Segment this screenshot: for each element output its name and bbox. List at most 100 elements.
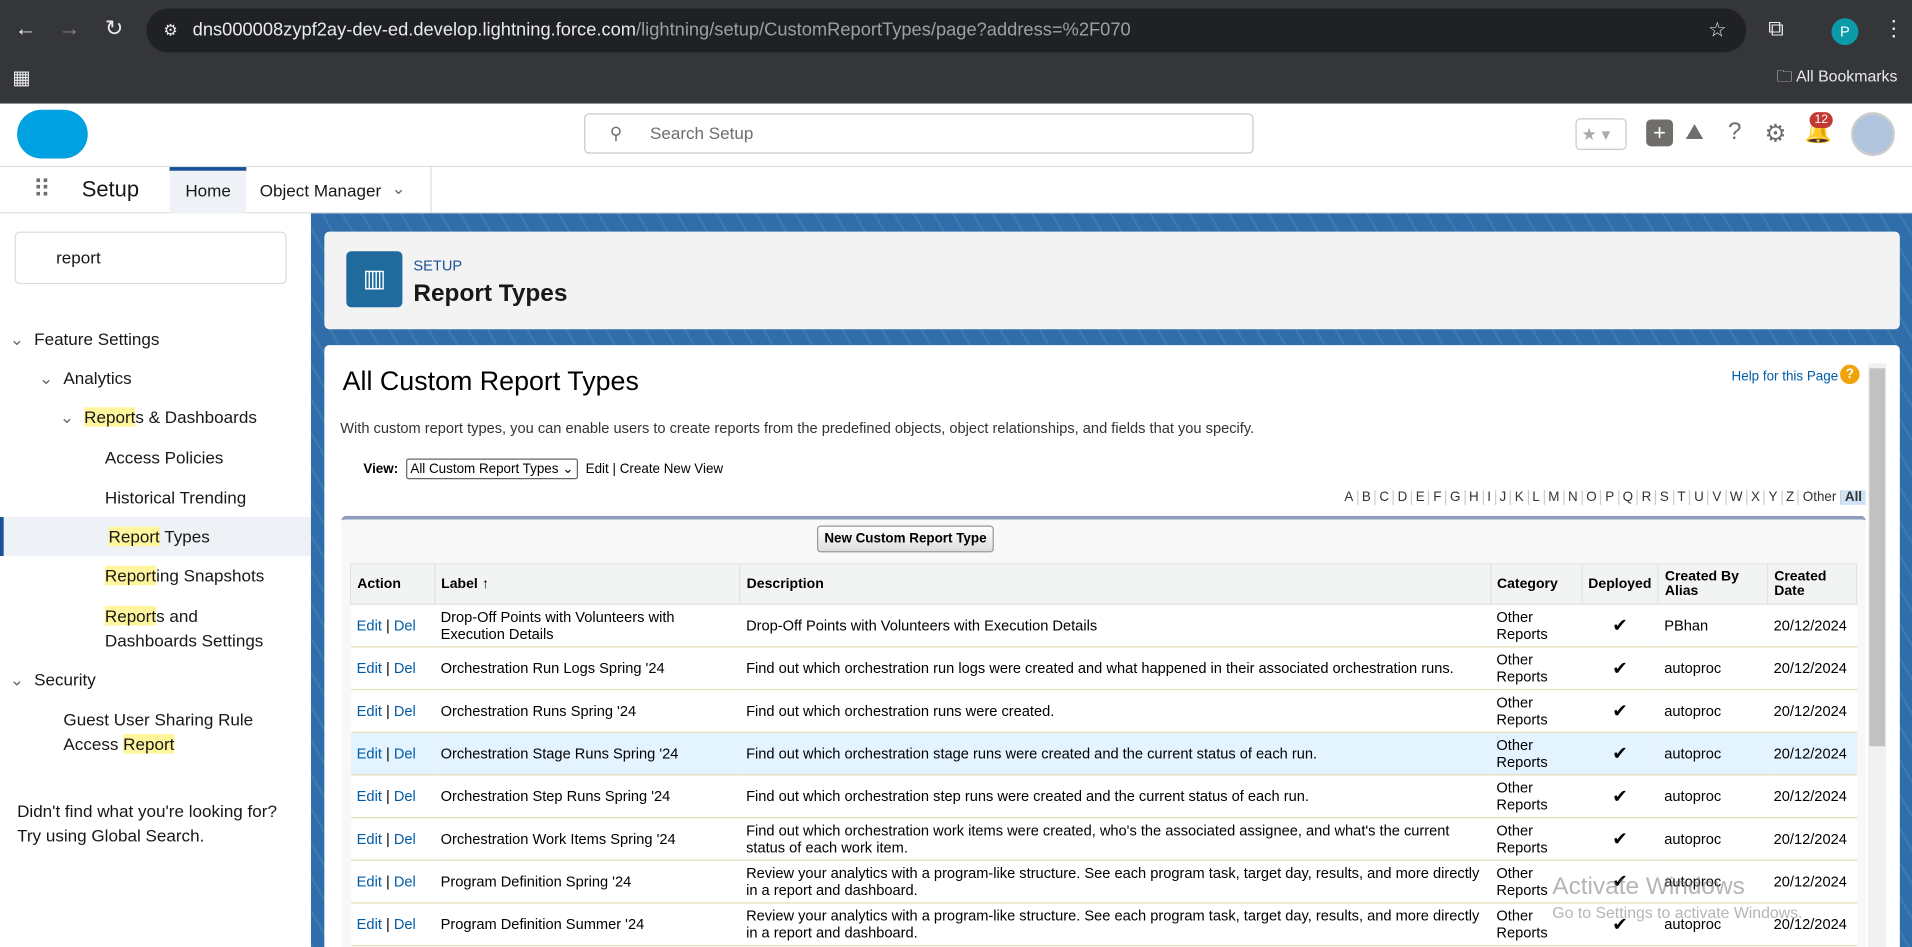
delete-link[interactable]: Del [394, 745, 416, 762]
alpha-filter-b[interactable]: B [1358, 490, 1376, 505]
site-info-icon[interactable]: ⚙ [163, 9, 177, 53]
profile-avatar[interactable]: P [1831, 18, 1859, 46]
scrollbar-thumb[interactable] [1869, 368, 1886, 747]
alpha-filter-g[interactable]: G [1446, 490, 1466, 505]
edit-link[interactable]: Edit [357, 830, 382, 847]
report-type-link[interactable]: Program Definition Spring '24 [441, 873, 632, 890]
help-icon[interactable]: ? [1728, 118, 1742, 146]
alpha-filter-x[interactable]: X [1747, 490, 1765, 505]
chevron-down-icon[interactable]: ⌄ [10, 327, 24, 351]
report-type-link[interactable]: Orchestration Runs Spring '24 [441, 702, 637, 719]
alpha-filter-other[interactable]: Other [1799, 490, 1842, 505]
report-type-link[interactable]: Orchestration Stage Runs Spring '24 [441, 745, 679, 762]
delete-link[interactable]: Del [394, 702, 416, 719]
sidebar-item[interactable]: Guest User Sharing Rule Access Report [0, 700, 311, 763]
alpha-filter-all[interactable]: All [1841, 490, 1866, 505]
chevron-down-icon[interactable]: ⌄ [391, 178, 405, 199]
gear-icon[interactable]: ⚙ [1764, 118, 1786, 148]
apps-grid-icon[interactable]: ▦ [12, 66, 30, 90]
alpha-filter-o[interactable]: O [1582, 490, 1602, 505]
edit-link[interactable]: Edit [357, 617, 382, 634]
sidebar-item[interactable]: ⌄ Feature Settings [0, 319, 311, 358]
delete-link[interactable]: Del [394, 660, 416, 677]
alpha-filter-f[interactable]: F [1429, 490, 1447, 505]
column-header[interactable]: Label ↑ [433, 563, 741, 605]
help-link[interactable]: Help for this Page [1732, 369, 1839, 384]
chevron-down-icon[interactable]: ⌄ [39, 366, 53, 390]
edit-link[interactable]: Edit [357, 788, 382, 805]
sidebar-item[interactable]: Reports and Dashboards Settings [0, 596, 311, 659]
alpha-filter-y[interactable]: Y [1764, 490, 1783, 505]
delete-link[interactable]: Del [394, 916, 416, 933]
reload-icon[interactable]: ↻ [105, 16, 123, 42]
scrollbar[interactable] [1868, 363, 1887, 947]
alpha-filter-l[interactable]: L [1528, 490, 1545, 505]
forward-icon[interactable]: → [59, 16, 81, 42]
alpha-filter-h[interactable]: H [1465, 490, 1484, 505]
alpha-filter-r[interactable]: R [1637, 490, 1657, 505]
alpha-filter-c[interactable]: C [1375, 490, 1394, 505]
tab-home[interactable]: Home [169, 167, 247, 214]
new-custom-report-type-button[interactable]: New Custom Report Type [816, 525, 994, 553]
sidebar-item[interactable]: Access Policies [0, 438, 311, 477]
help-icon[interactable]: ? [1840, 364, 1860, 385]
alpha-filter-w[interactable]: W [1726, 490, 1748, 505]
alpha-filter-t[interactable]: T [1673, 490, 1691, 505]
all-bookmarks[interactable]: 🗀 All Bookmarks [1777, 66, 1898, 93]
report-type-link[interactable]: Orchestration Run Logs Spring '24 [441, 660, 665, 677]
sidebar-item[interactable]: Report Types [0, 517, 311, 557]
edit-link[interactable]: Edit [357, 745, 382, 762]
sidebar-item[interactable]: ⌄ Analytics [0, 359, 311, 398]
search-setup-input[interactable]: ⚲ Search Setup [584, 113, 1254, 154]
menu-icon[interactable]: ⋮ [1883, 16, 1905, 42]
report-type-link[interactable]: Drop-Off Points with Volunteers with Exe… [441, 608, 675, 642]
alpha-filter-m[interactable]: M [1544, 490, 1565, 505]
delete-link[interactable]: Del [394, 873, 416, 890]
edit-link[interactable]: Edit [357, 702, 382, 719]
report-type-link[interactable]: Orchestration Step Runs Spring '24 [441, 788, 671, 805]
edit-view-link[interactable]: Edit [586, 462, 609, 477]
favorites-star-button[interactable]: ★ ▾ [1575, 118, 1627, 150]
chevron-down-icon[interactable]: ⌄ [10, 667, 24, 691]
alpha-filter-p[interactable]: P [1601, 490, 1620, 505]
edit-link[interactable]: Edit [357, 660, 382, 677]
add-icon[interactable]: + [1646, 119, 1674, 147]
alpha-filter-e[interactable]: E [1412, 490, 1430, 505]
sidebar-item[interactable]: ⌄ Security [0, 660, 311, 699]
trailhead-icon[interactable]: ⛰ [1685, 120, 1703, 146]
alpha-filter-z[interactable]: Z [1782, 490, 1800, 505]
back-icon[interactable]: ← [15, 16, 37, 42]
user-avatar[interactable] [1851, 112, 1895, 157]
extensions-icon[interactable]: ⧉ [1768, 16, 1784, 42]
created-by-alias[interactable]: PBhan [1664, 617, 1708, 634]
sidebar-item[interactable]: Historical Trending [0, 478, 311, 517]
alpha-filter-k[interactable]: K [1511, 490, 1529, 505]
quick-find-input[interactable]: report [14, 231, 287, 285]
sidebar-item[interactable]: Reporting Snapshots [0, 556, 311, 595]
alpha-filter-u[interactable]: U [1690, 490, 1709, 505]
bookmark-star-icon[interactable]: ☆ [1708, 9, 1727, 53]
alpha-filter-i[interactable]: I [1483, 490, 1496, 505]
report-type-link[interactable]: Orchestration Work Items Spring '24 [441, 830, 676, 847]
delete-link[interactable]: Del [394, 617, 416, 634]
address-bar[interactable]: dns000008zypf2ay-dev-ed.develop.lightnin… [146, 8, 1747, 53]
alpha-filter-d[interactable]: D [1393, 490, 1413, 505]
alpha-filter-s[interactable]: S [1656, 490, 1674, 505]
edit-link[interactable]: Edit [357, 873, 382, 890]
alpha-filter-q[interactable]: Q [1619, 490, 1638, 505]
delete-link[interactable]: Del [394, 830, 416, 847]
alpha-filter-n[interactable]: N [1564, 490, 1583, 505]
create-new-view-link[interactable]: Create New View [620, 462, 723, 477]
view-select[interactable]: All Custom Report Types ⌄ [405, 458, 579, 480]
delete-link[interactable]: Del [394, 788, 416, 805]
alpha-filter-v[interactable]: V [1708, 490, 1727, 505]
report-type-link[interactable]: Program Definition Summer '24 [441, 916, 645, 933]
alpha-filter-j[interactable]: J [1495, 490, 1512, 505]
alpha-filter-a[interactable]: A [1340, 490, 1359, 505]
salesforce-logo[interactable] [17, 109, 88, 159]
sidebar-item[interactable]: ⌄ Reports & Dashboards [0, 398, 311, 437]
edit-link[interactable]: Edit [357, 916, 382, 933]
chevron-down-icon[interactable]: ⌄ [60, 405, 74, 429]
app-name: Setup [81, 176, 140, 202]
app-launcher-icon[interactable]: ⠿ [33, 174, 51, 204]
